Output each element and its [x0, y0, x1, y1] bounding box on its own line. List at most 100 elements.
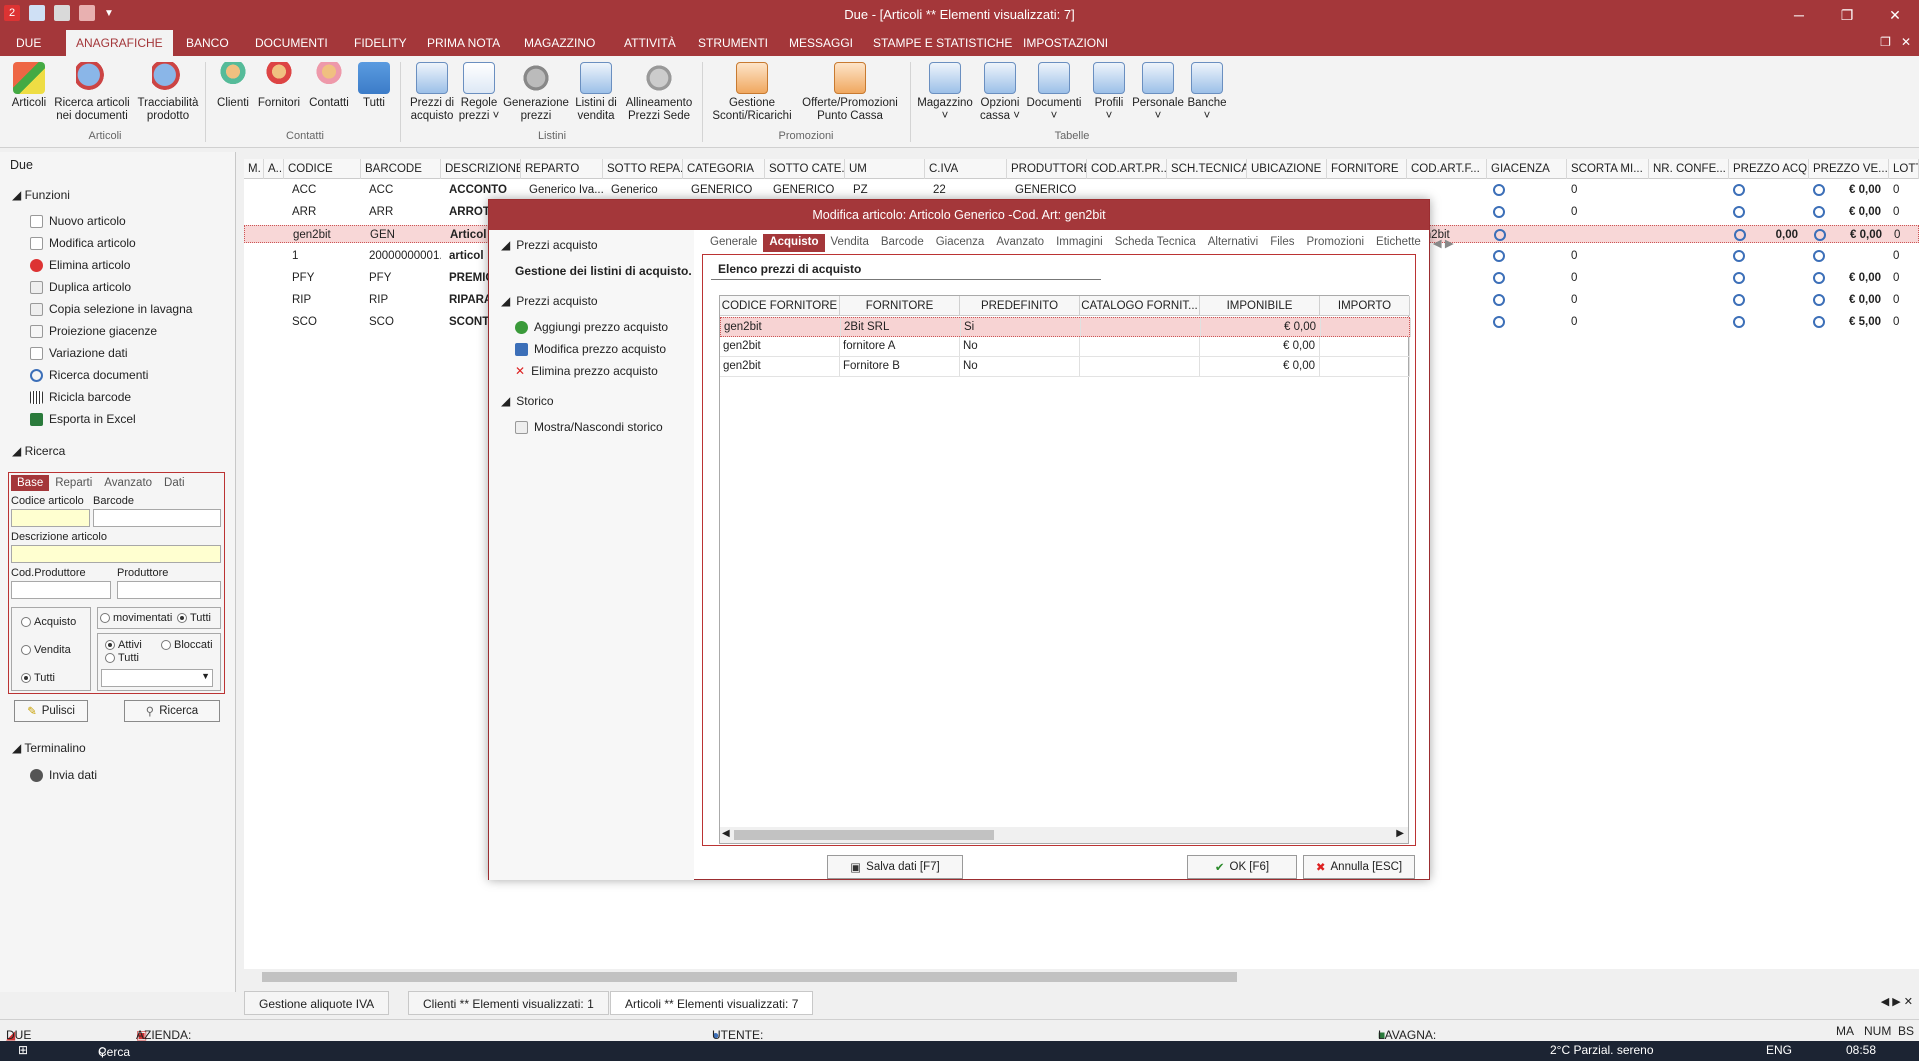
articoli-button[interactable]: Articoli	[6, 62, 52, 110]
col-codice[interactable]: CODICE	[284, 159, 361, 179]
codice-articolo-input[interactable]	[11, 509, 90, 527]
col-predefinito[interactable]: PREDEFINITO	[960, 296, 1080, 316]
col-fornitore[interactable]: FORNITORE	[1327, 159, 1407, 179]
sidebar-item-duplica-articolo[interactable]: Duplica articolo	[30, 280, 131, 294]
search-tab-base[interactable]: Base	[11, 475, 50, 491]
annulla-button[interactable]: ✖ Annulla [ESC]	[1303, 855, 1415, 879]
col-cod-art-f[interactable]: COD.ART.F...	[1407, 159, 1487, 179]
allineamento-prezzi-button[interactable]: Allineamento Prezzi Sede	[620, 62, 698, 123]
group-prezzi-acquisto-2[interactable]: ◢ Prezzi acquisto	[501, 294, 598, 308]
tab-alternativi[interactable]: Alternativi	[1202, 234, 1265, 252]
documenti-button[interactable]: Documenti ˅	[1024, 62, 1084, 123]
col-m[interactable]: M.	[244, 159, 264, 179]
lookup-icon[interactable]	[1493, 294, 1505, 306]
scroll-left-icon[interactable]: ◀	[722, 828, 730, 839]
col-produttore[interactable]: PRODUTTORE	[1007, 159, 1087, 179]
salva-dati-button[interactable]: ▣ Salva dati [F7]	[827, 855, 963, 879]
tab-messaggi[interactable]: MESSAGGI	[779, 30, 863, 56]
col-nr-confe[interactable]: NR. CONFE...	[1649, 159, 1729, 179]
table-row[interactable]: gen2bit fornitore A No € 0,00	[720, 337, 1410, 357]
lookup-icon[interactable]	[1494, 229, 1506, 241]
attivi-radio[interactable]: Attivi	[105, 639, 142, 651]
col-scorta-min[interactable]: SCORTA MI...	[1567, 159, 1649, 179]
movimentati-radio[interactable]: movimentati	[100, 612, 172, 624]
descrizione-input[interactable]	[11, 545, 221, 563]
col-um[interactable]: UM	[845, 159, 925, 179]
col-ubicazione[interactable]: UBICAZIONE	[1247, 159, 1327, 179]
tab-banco[interactable]: BANCO	[176, 30, 239, 56]
table-row[interactable]: gen2bit 2Bit SRL Si € 0,00	[720, 317, 1411, 337]
tracciabilita-button[interactable]: Tracciabilità prodotto	[134, 62, 202, 123]
tab-vendita[interactable]: Vendita	[825, 234, 875, 252]
sidebar-item-esporta-excel[interactable]: Esporta in Excel	[30, 412, 136, 426]
tab-stampe[interactable]: STAMPE E STATISTICHE	[863, 30, 1022, 56]
group-prezzi-acquisto-1[interactable]: ◢ Prezzi acquisto	[501, 238, 598, 252]
col-barcode[interactable]: BARCODE	[361, 159, 441, 179]
regole-prezzi-button[interactable]: Regole prezzi ˅	[456, 62, 502, 123]
lookup-icon[interactable]	[1493, 316, 1505, 328]
lookup-icon[interactable]	[1493, 250, 1505, 262]
doctab-aliquote-iva[interactable]: Gestione aliquote IVA	[244, 991, 390, 1015]
mdi-close-icon[interactable]: ✕	[1901, 35, 1911, 49]
generazione-prezzi-button[interactable]: Generazione prezzi	[501, 62, 571, 123]
col-sotto-reparto[interactable]: SOTTO REPA...	[603, 159, 683, 179]
bloccati-radio[interactable]: Bloccati	[161, 639, 213, 651]
col-codice-fornitore[interactable]: CODICE FORNITORE	[720, 296, 840, 316]
prezzi-acquisto-button[interactable]: Prezzi di acquisto	[404, 62, 460, 123]
tab-generale[interactable]: Generale	[704, 234, 763, 252]
lookup-icon[interactable]	[1493, 184, 1505, 196]
col-cod-art-pr[interactable]: COD.ART.PR...	[1087, 159, 1167, 179]
offerte-promozioni-button[interactable]: Offerte/Promozioni Punto Cassa	[796, 62, 904, 123]
tab-etichette[interactable]: Etichette	[1370, 234, 1427, 252]
ricerca-button[interactable]: ⚲ Ricerca	[124, 700, 220, 722]
col-a[interactable]: A..	[264, 159, 284, 179]
profili-button[interactable]: Profili ˅	[1086, 62, 1132, 123]
mostra-storico-link[interactable]: Mostra/Nascondi storico	[515, 420, 663, 434]
tab-anagrafiche[interactable]: ANAGRAFICHE	[66, 30, 173, 56]
produttore-input[interactable]	[117, 581, 221, 599]
mdi-restore-icon[interactable]: ❐	[1880, 35, 1891, 49]
magazzino-button[interactable]: Magazzino ˅	[914, 62, 976, 123]
tab-files[interactable]: Files	[1264, 234, 1300, 252]
opzioni-cassa-button[interactable]: Opzioni cassa ˅	[976, 62, 1024, 123]
col-importo[interactable]: IMPORTO	[1320, 296, 1410, 316]
close-button[interactable]: ✕	[1871, 0, 1919, 30]
tab-avanzato[interactable]: Avanzato	[990, 234, 1050, 252]
col-descrizione[interactable]: DESCRIZIONE	[441, 159, 521, 179]
acquisto-radio[interactable]: Acquisto	[21, 616, 76, 628]
col-civa[interactable]: C.IVA	[925, 159, 1007, 179]
grid-horizontal-scrollbar[interactable]	[244, 969, 1919, 985]
tab-scroll-icon[interactable]: ◀ ▶	[1427, 234, 1460, 252]
table-row[interactable]: ACC ACC ACCONTO Generico Iva... Generico GENE…	[244, 181, 1919, 199]
sidebar-item-proiezione-giacenze[interactable]: Proiezione giacenze	[30, 324, 157, 338]
tab-prima-nota[interactable]: PRIMA NOTA	[417, 30, 510, 56]
ricerca-articoli-button[interactable]: Ricerca articoli nei documenti	[52, 62, 132, 123]
tab-scheda-tecnica[interactable]: Scheda Tecnica	[1109, 234, 1202, 252]
tab-documenti[interactable]: DOCUMENTI	[245, 30, 338, 56]
funzioni-section[interactable]: ◢ Funzioni	[12, 188, 70, 202]
maximize-button[interactable]: ❐	[1823, 0, 1871, 30]
scroll-thumb[interactable]	[734, 830, 994, 840]
col-imponibile[interactable]: IMPONIBILE	[1200, 296, 1320, 316]
pulisci-button[interactable]: ✎ Pulisci	[14, 700, 88, 722]
tab-fidelity[interactable]: FIDELITY	[344, 30, 417, 56]
col-lott[interactable]: LOTT	[1889, 159, 1919, 179]
lookup-icon[interactable]	[1493, 206, 1505, 218]
lookup-icon[interactable]	[1493, 272, 1505, 284]
gestione-sconti-button[interactable]: Gestione Sconti/Ricarichi	[706, 62, 798, 123]
scroll-thumb[interactable]	[262, 972, 1237, 982]
group-storico[interactable]: ◢ Storico	[501, 394, 554, 408]
aggiungi-prezzo-link[interactable]: Aggiungi prezzo acquisto	[515, 320, 668, 334]
col-sotto-categoria[interactable]: SOTTO CATE...	[765, 159, 845, 179]
tab-promozioni[interactable]: Promozioni	[1301, 234, 1371, 252]
sidebar-item-nuovo-articolo[interactable]: Nuovo articolo	[30, 214, 126, 228]
sidebar-item-elimina-articolo[interactable]: Elimina articolo	[30, 258, 130, 272]
search-tab-avanzato[interactable]: Avanzato	[98, 475, 158, 491]
tab-immagini[interactable]: Immagini	[1050, 234, 1109, 252]
fornitori-button[interactable]: Fornitori	[254, 62, 304, 110]
banche-button[interactable]: Banche ˅	[1184, 62, 1230, 123]
barcode-input[interactable]	[93, 509, 221, 527]
tutti-stato-radio[interactable]: Tutti	[105, 652, 139, 664]
col-prezzo-ve[interactable]: PREZZO VE...	[1809, 159, 1889, 179]
col-categoria[interactable]: CATEGORIA	[683, 159, 765, 179]
